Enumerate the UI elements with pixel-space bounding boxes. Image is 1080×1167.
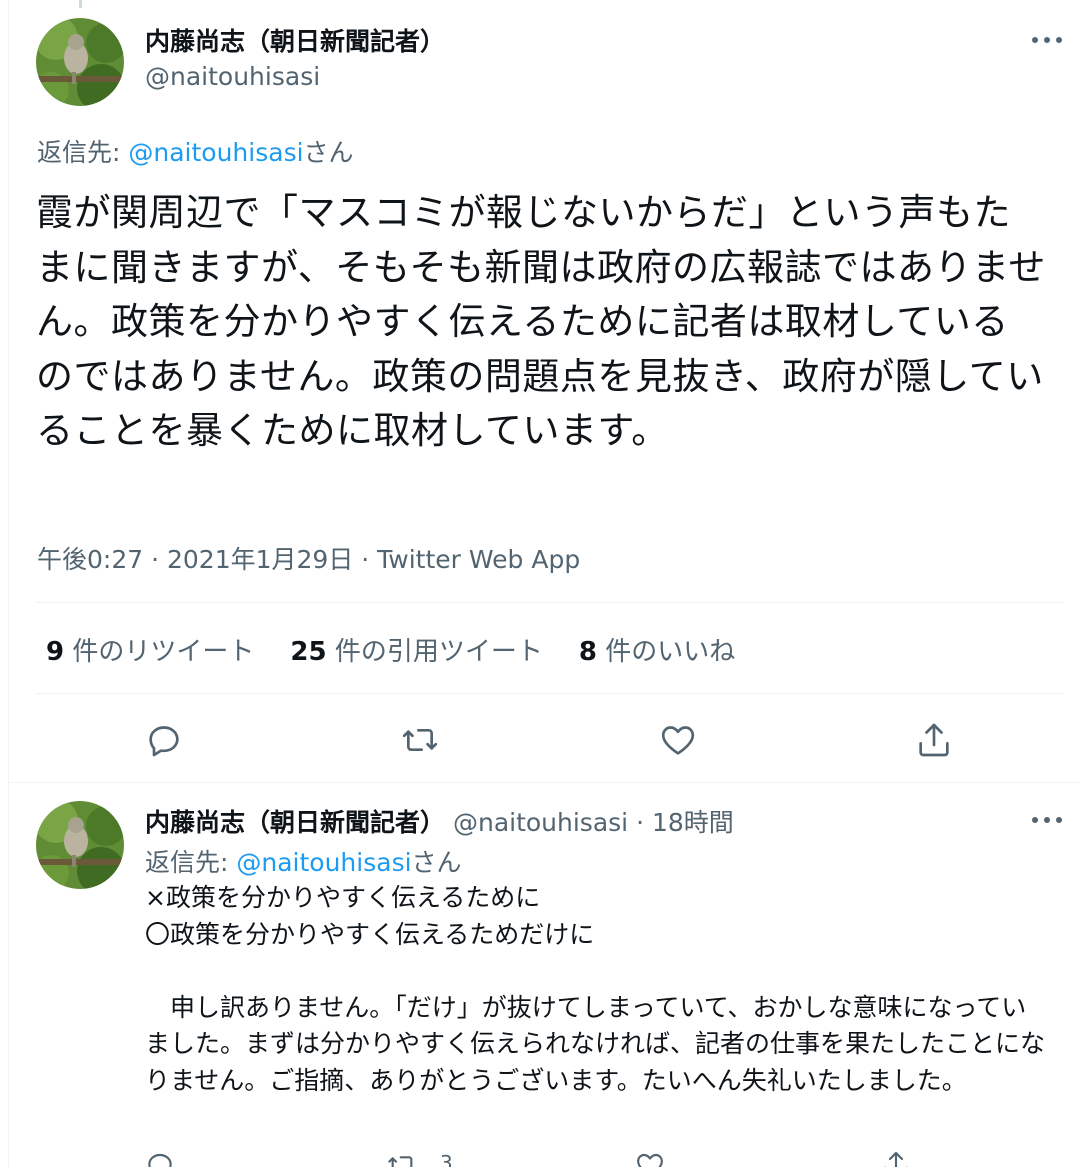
retweets-stat[interactable]: 9 件のリツイート — [46, 631, 254, 668]
tweet-timestamp[interactable]: 午後0:27 · 2021年1月29日 · Twitter Web App — [37, 540, 580, 576]
author-handle[interactable]: @naitouhisasi — [453, 808, 628, 837]
heart-icon[interactable] — [634, 1149, 666, 1167]
avatar[interactable] — [36, 18, 124, 106]
retweets-count: 9 — [46, 637, 65, 667]
engagement-stats: 9 件のリツイート 25 件の引用ツイート 8 件のいいね — [46, 631, 735, 668]
reply-to-handle-link[interactable]: @naitouhisasi — [236, 848, 411, 877]
reply-tweet-actions: 3 — [0, 1145, 1080, 1167]
quotes-label: 件の引用ツイート — [334, 637, 543, 667]
divider — [36, 693, 1064, 694]
tweet-actions — [0, 712, 1080, 768]
heart-icon[interactable] — [658, 720, 698, 760]
reply-to-suffix: さん — [303, 138, 354, 167]
reply-to-prefix: 返信先: — [37, 138, 129, 167]
reply-to-line: 返信先: @naitouhisasiさん — [145, 843, 462, 879]
reply-to-line: 返信先: @naitouhisasiさん — [37, 133, 354, 169]
likes-label: 件のいいね — [605, 637, 736, 667]
more-options-icon[interactable] — [1032, 815, 1062, 825]
divider — [36, 602, 1064, 603]
author-handle[interactable]: @naitouhisasi — [145, 62, 320, 91]
quotes-count: 25 — [290, 637, 327, 667]
tweet-text: 霞が関周辺で「マスコミが報じないからだ」という声もたまに聞きますが、そもそも新聞… — [36, 191, 1046, 452]
reply-to-handle-link[interactable]: @naitouhisasi — [128, 138, 303, 167]
reply-icon[interactable] — [144, 720, 184, 760]
avatar[interactable] — [36, 801, 124, 889]
share-icon[interactable] — [880, 1149, 912, 1167]
retweet-icon[interactable] — [400, 720, 440, 760]
avatar-photo — [36, 801, 124, 889]
likes-count: 8 — [578, 637, 597, 667]
reply-to-prefix: 返信先: — [145, 848, 237, 877]
reply-to-suffix: さん — [411, 848, 462, 877]
likes-stat[interactable]: 8 件のいいね — [579, 631, 735, 668]
retweets-label: 件のリツイート — [72, 637, 255, 667]
separator: · — [628, 808, 652, 837]
retweet-icon[interactable] — [386, 1149, 418, 1167]
quotes-stat[interactable]: 25 件の引用ツイート — [290, 631, 542, 668]
reply-text: ×政策を分かりやすく伝えるために 〇政策を分かりやすく伝えるためだけに 申し訳あ… — [145, 883, 1046, 1095]
main-tweet: 内藤尚志（朝日新聞記者） @naitouhisasi 返信先: @naitouh… — [0, 0, 1080, 783]
more-options-icon[interactable] — [1032, 35, 1062, 45]
divider — [8, 782, 1080, 783]
avatar-photo — [36, 18, 124, 106]
retweet-count: 3 — [440, 1151, 453, 1167]
author-name[interactable]: 内藤尚志（朝日新聞記者） — [145, 808, 445, 837]
author-name[interactable]: 内藤尚志（朝日新聞記者） — [145, 22, 445, 58]
reply-icon[interactable] — [144, 1149, 176, 1167]
time-ago[interactable]: 18時間 — [652, 808, 734, 837]
reply-header: 内藤尚志（朝日新聞記者） @naitouhisasi · 18時間 — [145, 803, 734, 839]
share-icon[interactable] — [914, 720, 954, 760]
